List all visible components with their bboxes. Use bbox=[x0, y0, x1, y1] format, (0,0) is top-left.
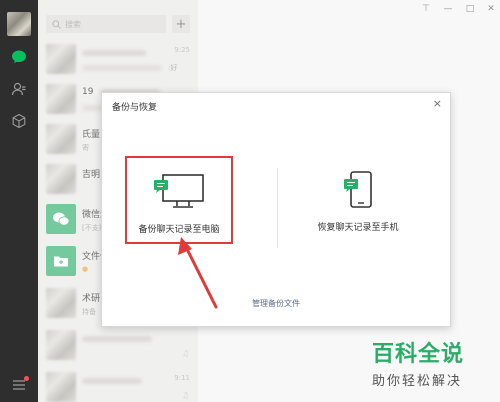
backup-to-pc-label: 备份聊天记录至电脑 bbox=[138, 225, 220, 235]
avatar[interactable] bbox=[7, 12, 31, 36]
restore-to-phone-label: 恢复聊天记录至手机 bbox=[317, 223, 399, 233]
dialog-close-button[interactable]: × bbox=[433, 97, 442, 110]
watermark-title: 百科全说 bbox=[372, 342, 465, 367]
backup-restore-dialog: 备份与恢复 × 备份聊天记录至电脑 恢复聊天记录至手机 管理备份文件 bbox=[101, 92, 451, 327]
watermark: 百科全说 助你轻松解决 bbox=[372, 342, 496, 389]
phone-icon bbox=[338, 170, 378, 210]
manage-backup-files-link[interactable]: 管理备份文件 bbox=[102, 298, 450, 309]
dialog-title: 备份与恢复 bbox=[112, 103, 158, 113]
chat-icon[interactable] bbox=[10, 48, 28, 66]
backup-to-pc-button[interactable]: 备份聊天记录至电脑 bbox=[125, 156, 233, 244]
computer-icon bbox=[151, 172, 207, 212]
favorites-cube-icon[interactable] bbox=[10, 112, 28, 130]
left-nav-bar bbox=[0, 0, 38, 402]
notification-dot bbox=[24, 376, 29, 381]
annotation-arrow bbox=[178, 237, 218, 309]
contacts-icon[interactable] bbox=[10, 80, 28, 98]
watermark-subtitle: 助你轻松解决 bbox=[372, 374, 463, 389]
restore-to-phone-button[interactable]: 恢复聊天记录至手机 bbox=[304, 156, 412, 244]
divider bbox=[277, 168, 278, 248]
